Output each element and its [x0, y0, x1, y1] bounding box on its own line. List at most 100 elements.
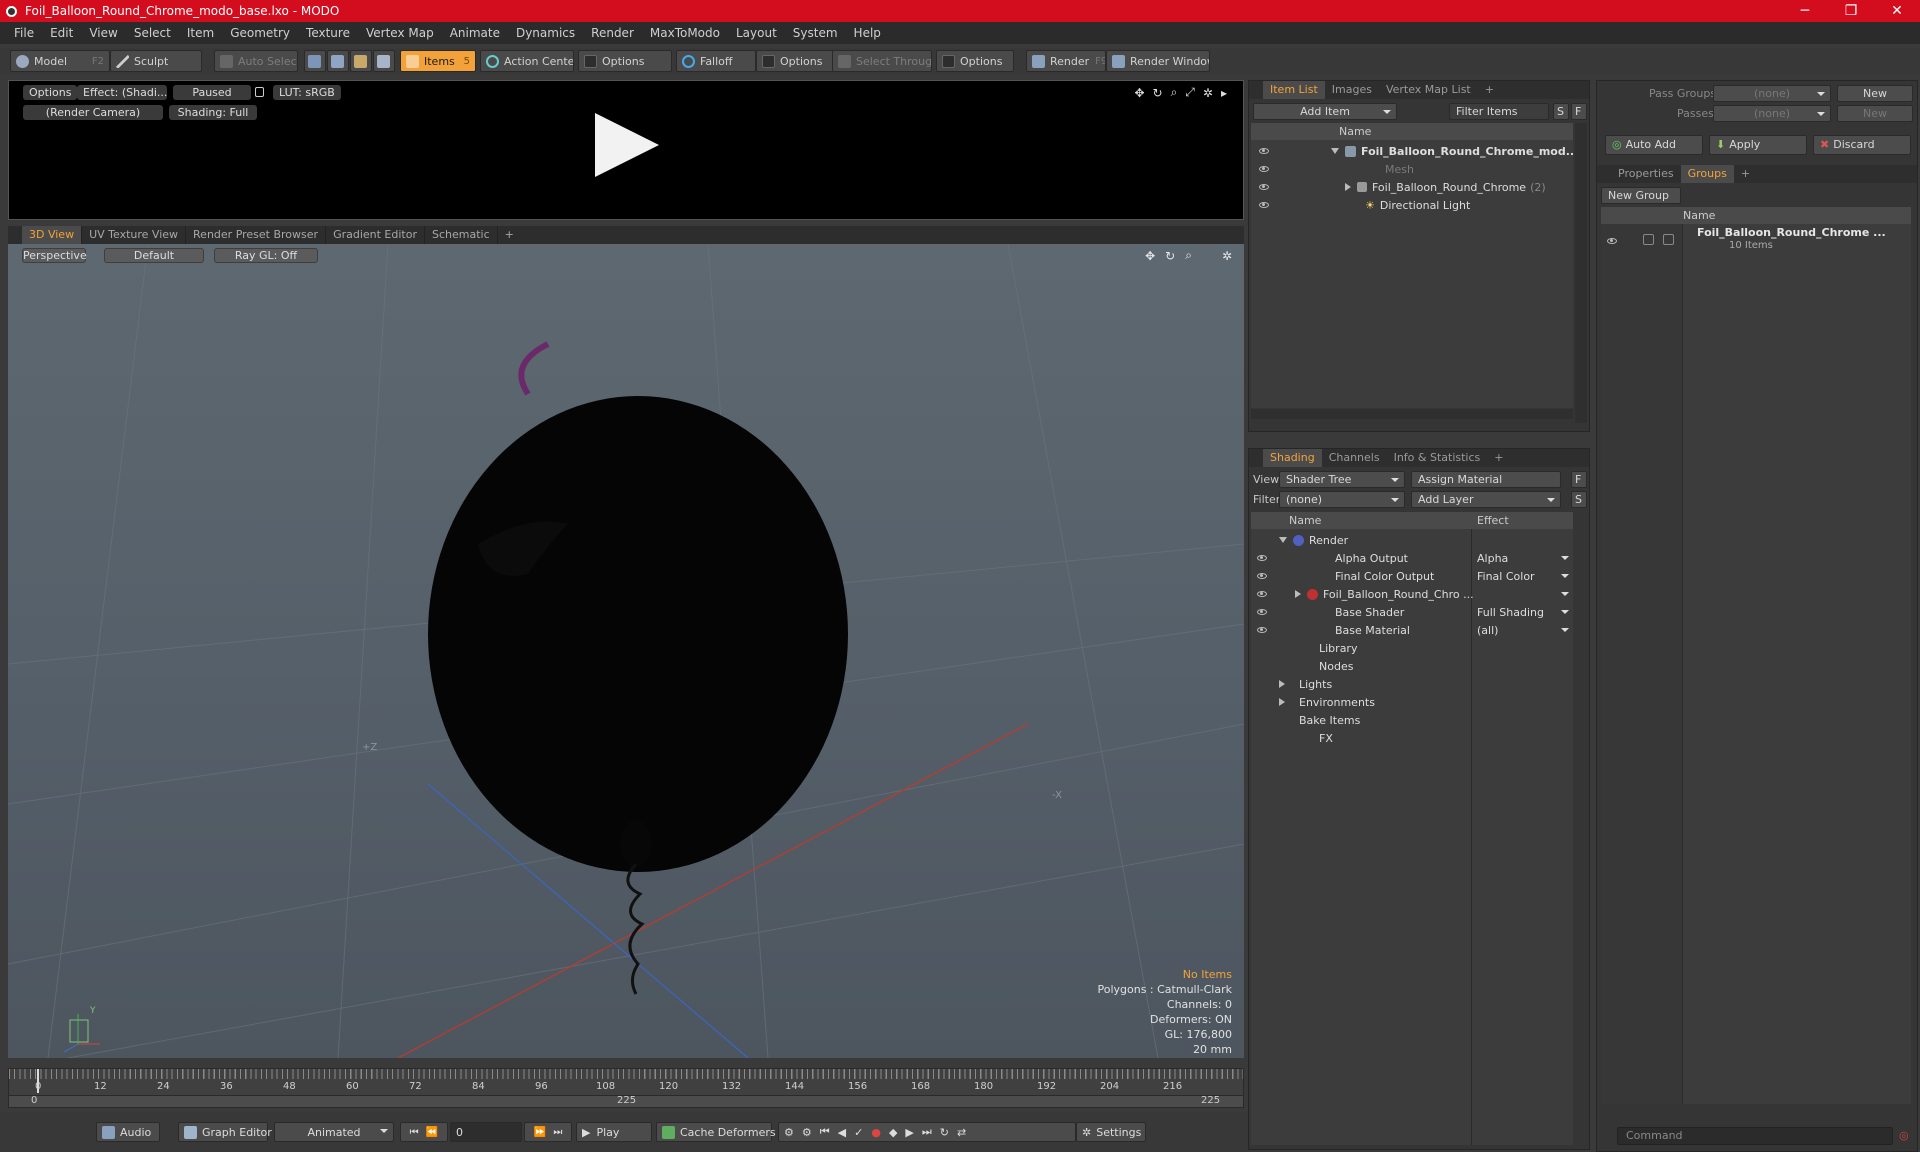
effect-dropdown-icon[interactable] — [1561, 592, 1569, 596]
expand-arrow-icon[interactable] — [1345, 183, 1351, 191]
visibility-eye-icon[interactable] — [1257, 627, 1267, 633]
menu-item[interactable]: Item — [179, 26, 222, 40]
menu-dynamics[interactable]: Dynamics — [508, 26, 583, 40]
polygons-mode-button[interactable] — [350, 50, 372, 72]
shader-row-nodes[interactable]: Nodes — [1251, 657, 1573, 675]
shader-row-render[interactable]: Render — [1251, 531, 1573, 549]
settings-button[interactable]: ✲ Settings — [1076, 1122, 1146, 1142]
add-tab-button[interactable]: + — [498, 226, 521, 244]
tab-images[interactable]: Images — [1325, 81, 1379, 99]
render-preview[interactable]: Options Effect: (Shadi... Paused LUT: sR… — [8, 80, 1244, 220]
shader-row-base-shader[interactable]: Base Shader Full Shading — [1251, 603, 1573, 621]
menu-vertex-map[interactable]: Vertex Map — [358, 26, 442, 40]
action-center-button[interactable]: Action Center — [480, 50, 574, 72]
vertices-mode-button[interactable] — [304, 50, 326, 72]
horizontal-scrollbar[interactable] — [1251, 409, 1573, 419]
tab-channels[interactable]: Channels — [1322, 449, 1387, 467]
visibility-eye-icon[interactable] — [1607, 238, 1617, 244]
loop-icon[interactable]: ↻ — [940, 1126, 949, 1139]
play-render-icon[interactable] — [595, 113, 659, 177]
assign-material-button[interactable]: Assign Material — [1411, 471, 1561, 488]
expand-arrow-icon[interactable] — [1279, 698, 1285, 706]
lut-dropdown[interactable]: LUT: sRGB — [273, 85, 341, 100]
menu-geometry[interactable]: Geometry — [222, 26, 298, 40]
effect-dropdown-icon[interactable] — [1561, 556, 1569, 560]
menu-file[interactable]: File — [6, 26, 42, 40]
tab-info-statistics[interactable]: Info & Statistics — [1387, 449, 1488, 467]
visibility-eye-icon[interactable] — [1259, 202, 1269, 208]
menu-animate[interactable]: Animate — [442, 26, 508, 40]
passes-dropdown[interactable]: (none) — [1713, 105, 1831, 122]
items-mode-button[interactable]: Items 5 — [400, 50, 476, 72]
pan-icon[interactable]: ✥ — [1134, 86, 1144, 100]
pass-groups-dropdown[interactable]: (none) — [1713, 85, 1831, 102]
menu-texture[interactable]: Texture — [298, 26, 358, 40]
expand-arrow-icon[interactable]: ▸ — [1221, 86, 1227, 100]
tab-gradient-editor[interactable]: Gradient Editor — [326, 226, 425, 244]
render-toggle-checkbox[interactable] — [1643, 234, 1654, 245]
perspective-dropdown[interactable]: Perspective — [22, 248, 87, 263]
auto-add-button[interactable]: ◎ Auto Add — [1605, 135, 1703, 155]
item-row-mesh[interactable]: Mesh — [1251, 160, 1573, 178]
tab-schematic[interactable]: Schematic — [425, 226, 498, 244]
new-pass-button[interactable]: New — [1837, 105, 1913, 122]
filter-s-button[interactable]: S — [1553, 103, 1569, 120]
tab-groups[interactable]: Groups — [1680, 165, 1734, 183]
effect-dropdown-icon[interactable] — [1561, 610, 1569, 614]
materials-mode-button[interactable] — [373, 50, 395, 72]
pan-icon[interactable]: ✥ — [1145, 249, 1155, 263]
shader-row-library[interactable]: Library — [1251, 639, 1573, 657]
menu-view[interactable]: View — [81, 26, 125, 40]
add-tab-button[interactable]: + — [1734, 165, 1757, 183]
shader-row-lights[interactable]: Lights — [1251, 675, 1573, 693]
action-center-options-button[interactable]: Options — [578, 50, 672, 72]
last-frame-icon[interactable]: ⏭ — [553, 1127, 562, 1138]
menu-edit[interactable]: Edit — [42, 26, 81, 40]
apply-button[interactable]: ⬇ Apply — [1709, 135, 1807, 155]
expand-arrow-icon[interactable] — [1331, 148, 1339, 154]
filter-items-input[interactable]: Filter Items — [1449, 103, 1549, 120]
effect-dropdown-icon[interactable] — [1561, 628, 1569, 632]
expand-arrow-icon[interactable] — [1295, 590, 1301, 598]
sync-icon[interactable]: ⇄ — [957, 1126, 966, 1139]
cache-deformers-button[interactable]: Cache Deformers — [656, 1122, 776, 1142]
add-layer-dropdown[interactable]: Add Layer — [1411, 491, 1561, 508]
timeline[interactable]: 0 12 24 36 48 60 72 84 96 108 120 132 14… — [8, 1068, 1244, 1108]
check-icon[interactable]: ✓ — [854, 1126, 863, 1139]
falloff-options-button[interactable]: Options — [756, 50, 834, 72]
effect-dropdown-icon[interactable] — [1561, 574, 1569, 578]
play-button[interactable]: ▶ Play — [576, 1122, 652, 1142]
shader-row-environments[interactable]: Environments — [1251, 693, 1573, 711]
visibility-eye-icon[interactable] — [1257, 573, 1267, 579]
prev-key-icon[interactable]: ⏮ — [820, 1125, 830, 1139]
shader-row-bake-items[interactable]: Bake Items — [1251, 711, 1573, 729]
shader-row-fx[interactable]: FX — [1251, 729, 1573, 747]
visibility-eye-icon[interactable] — [1257, 591, 1267, 597]
audio-button[interactable]: Audio — [96, 1122, 160, 1142]
first-frame-icon[interactable]: ⏮ — [410, 1127, 419, 1138]
zoom-icon[interactable]: ⌕ — [1171, 85, 1178, 100]
menu-layout[interactable]: Layout — [728, 26, 785, 40]
edges-mode-button[interactable] — [327, 50, 349, 72]
animated-dropdown[interactable]: Animated — [274, 1122, 394, 1142]
shading-s-button[interactable]: S — [1571, 491, 1587, 508]
command-history-icon[interactable]: ◎ — [1899, 1129, 1909, 1142]
model-mode-button[interactable]: Model F2 — [10, 50, 110, 72]
preview-effect-dropdown[interactable]: Effect: (Shadi... — [77, 85, 167, 100]
menu-system[interactable]: System — [785, 26, 846, 40]
prev-key-icon[interactable]: ⏪ — [426, 1127, 438, 1138]
tab-properties[interactable]: Properties — [1611, 165, 1681, 183]
menu-render[interactable]: Render — [583, 26, 642, 40]
tab-uv-texture-view[interactable]: UV Texture View — [82, 226, 187, 244]
frame-input[interactable]: 0 — [450, 1122, 522, 1142]
minimize-button[interactable]: ─ — [1782, 3, 1828, 19]
key-icon[interactable]: ⚙ — [784, 1126, 794, 1139]
visibility-eye-icon[interactable] — [1259, 184, 1269, 190]
tab-shading[interactable]: Shading — [1263, 449, 1322, 467]
rotate-icon[interactable]: ↻ — [1153, 86, 1163, 100]
add-tab-button[interactable]: + — [1487, 449, 1510, 467]
sculpt-mode-button[interactable]: Sculpt — [110, 50, 202, 72]
select-through-button[interactable]: Select Through — [832, 50, 932, 72]
new-group-button[interactable]: New Group — [1601, 187, 1681, 204]
shading-dropdown[interactable]: Shading: Full — [169, 105, 257, 120]
